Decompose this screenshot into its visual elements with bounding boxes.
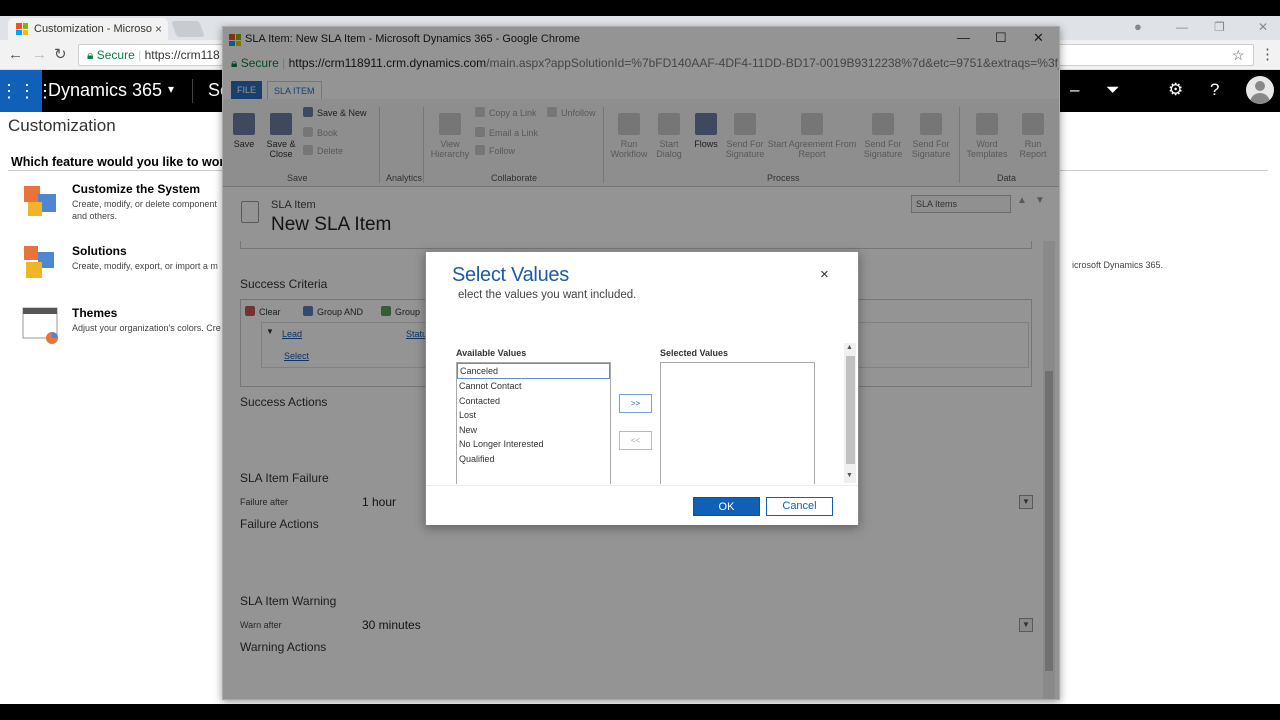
cancel-button[interactable]: Cancel	[766, 497, 833, 516]
feature-title[interactable]: Customize the System	[72, 182, 200, 196]
remove-values-button[interactable]: <<	[619, 431, 652, 450]
dialog-description: elect the values you want included.	[458, 289, 637, 301]
selected-values-label: Selected Values	[660, 348, 729, 358]
add-values-button[interactable]: >>	[619, 394, 652, 413]
feature-title[interactable]: Solutions	[72, 244, 127, 258]
forward-icon[interactable]: →	[32, 46, 47, 64]
browser-menu-icon[interactable]: ⋮	[1260, 46, 1275, 64]
lock-icon: 🔒︎	[87, 48, 94, 62]
scroll-up-icon[interactable]: ▲	[846, 344, 853, 351]
dialog-scrollbar-thumb[interactable]	[846, 356, 855, 464]
list-item[interactable]: Qualified	[457, 452, 610, 467]
available-values-list[interactable]: Canceled Cannot Contact Contacted Lost N…	[456, 362, 611, 484]
cubes-icon	[22, 182, 60, 220]
help-icon[interactable]: ?	[1210, 80, 1219, 100]
microsoft-logo-icon	[16, 23, 28, 35]
feature-title[interactable]: Themes	[72, 306, 117, 320]
profile-icon[interactable]: ●	[1134, 16, 1142, 38]
filter-icon[interactable]: ⏷	[1106, 80, 1120, 100]
list-item[interactable]: Canceled	[457, 363, 610, 379]
scroll-down-icon[interactable]: ▼	[846, 472, 853, 479]
back-icon[interactable]: ←	[8, 46, 23, 64]
dash-icon: –	[1070, 80, 1080, 99]
list-item[interactable]: Contacted	[457, 394, 610, 409]
tab-title: Customization - Microso	[34, 23, 152, 35]
dialog-title: Select Values	[452, 264, 569, 286]
feature-question: Which feature would you like to work	[11, 155, 232, 169]
list-item[interactable]: New	[457, 423, 610, 438]
nav-separator	[192, 79, 193, 103]
restore-icon[interactable]: ❐	[1214, 16, 1225, 38]
available-values-label: Available Values	[456, 348, 527, 358]
new-tab-button[interactable]	[171, 21, 205, 37]
window-close-icon[interactable]: ✕	[1258, 16, 1268, 38]
themes-icon	[22, 306, 60, 344]
close-icon[interactable]: ×	[820, 266, 829, 283]
browser-tab-customization[interactable]: Customization - Microso ×	[8, 18, 168, 40]
secure-label: Secure	[96, 48, 135, 62]
selected-values-list[interactable]	[660, 362, 815, 484]
list-item[interactable]: No Longer Interested	[457, 437, 610, 452]
bookmark-star-icon[interactable]: ☆	[1232, 46, 1245, 64]
feature-description: Create, modify, or delete component and …	[72, 199, 217, 221]
background-description-text: icrosoft Dynamics 365.	[1072, 260, 1164, 270]
list-item[interactable]: Cannot Contact	[457, 379, 610, 394]
background-url: https://crm118	[144, 48, 220, 62]
page-title: Customization	[8, 116, 116, 135]
tab-close-icon[interactable]: ×	[155, 18, 162, 40]
minimize-icon[interactable]: —	[1176, 16, 1188, 38]
app-name[interactable]: Dynamics 365	[48, 80, 162, 101]
app-launcher-icon[interactable]: ⋮⋮⋮	[0, 70, 54, 112]
list-item[interactable]: Lost	[457, 408, 610, 423]
solutions-icon	[22, 244, 60, 282]
reload-icon[interactable]: ↻	[54, 46, 67, 64]
select-values-dialog: Select Values × elect the values you wan…	[425, 251, 859, 525]
chevron-down-icon[interactable]: ▾	[168, 82, 174, 96]
avatar[interactable]	[1246, 76, 1274, 104]
gear-icon[interactable]: ⚙	[1168, 80, 1183, 100]
ok-button[interactable]: OK	[693, 497, 760, 516]
